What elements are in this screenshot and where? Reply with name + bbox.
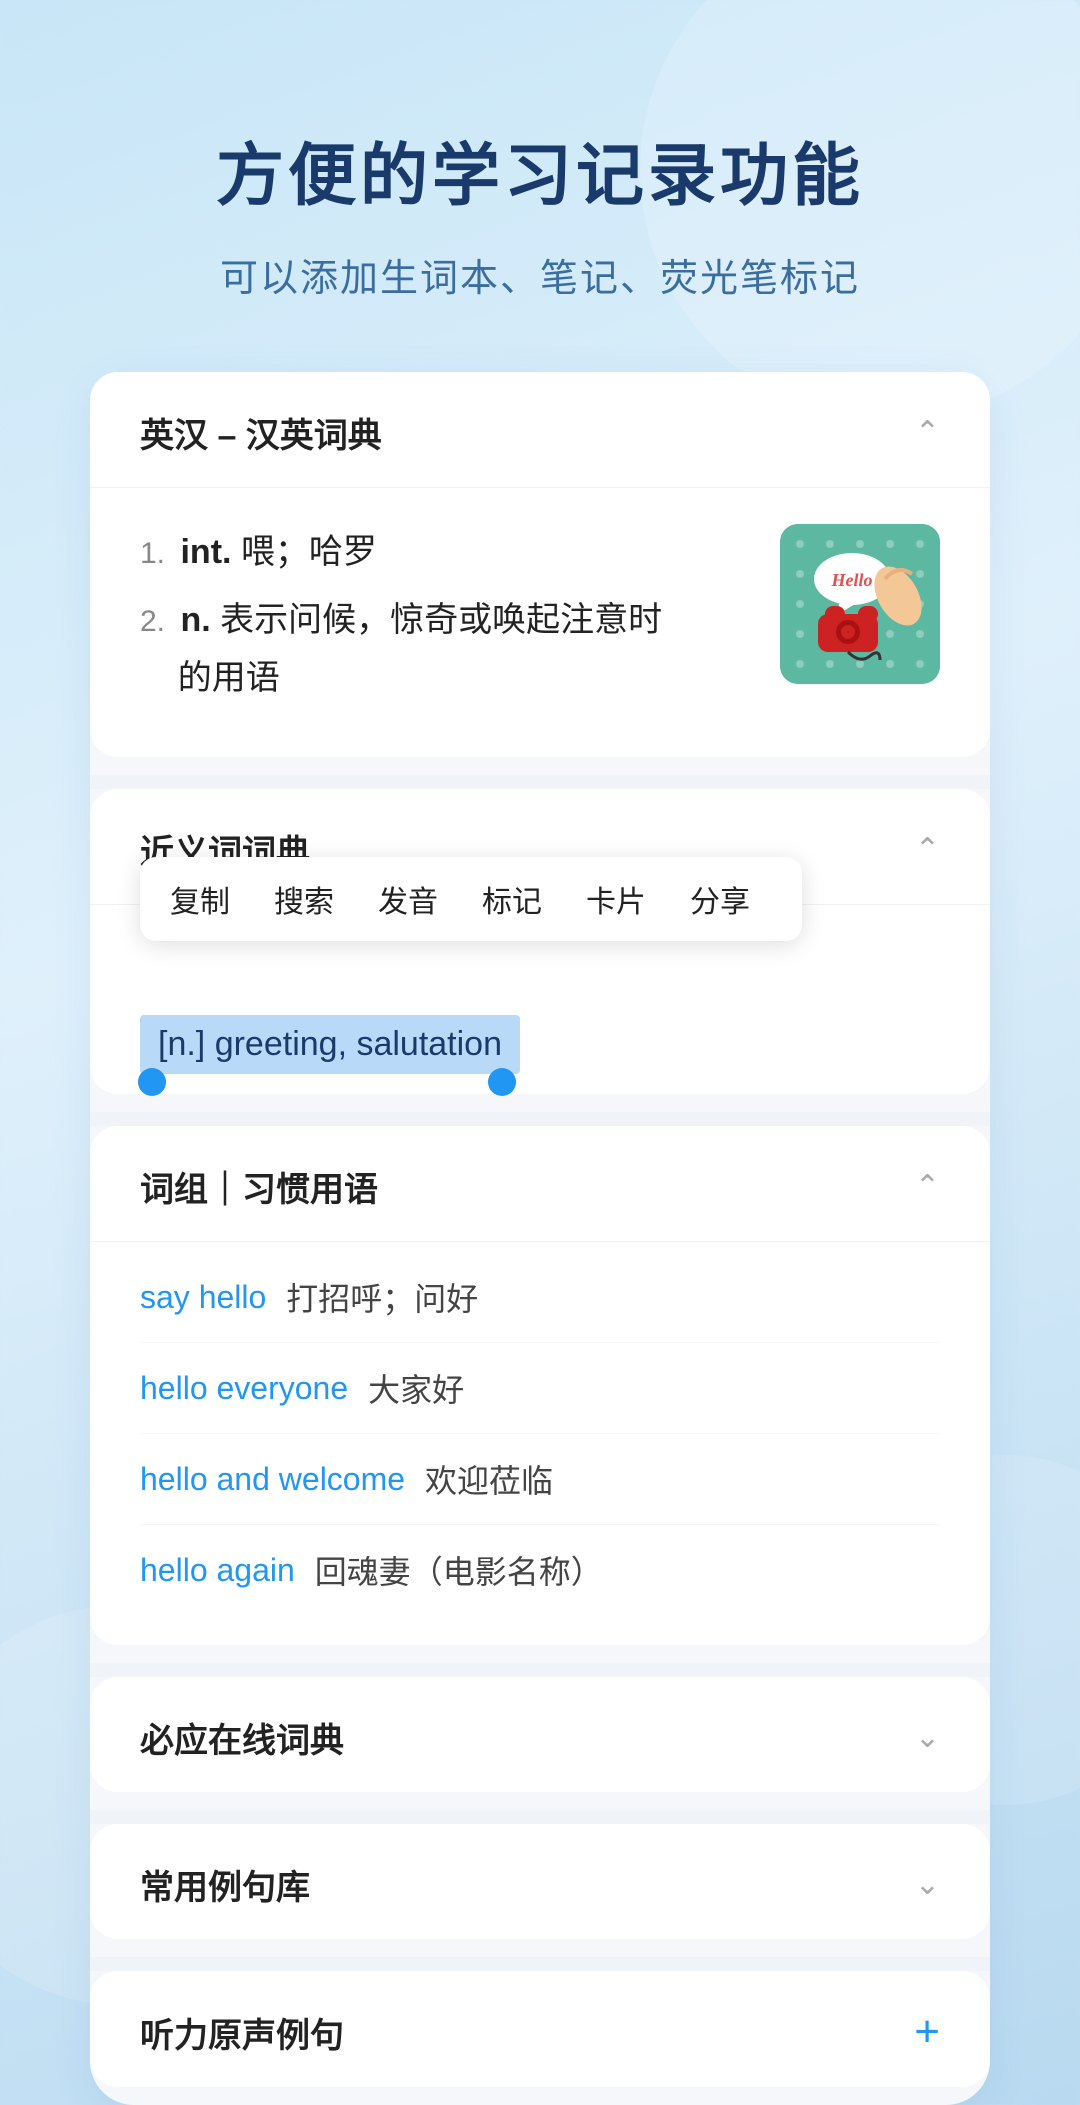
listening-title: 听力原声例句 bbox=[140, 2008, 344, 2057]
svg-text:Hello: Hello bbox=[831, 570, 873, 590]
context-menu-pronunciation[interactable]: 发音 bbox=[356, 877, 460, 921]
english-chinese-dict-header[interactable]: 英汉 – 汉英词典 ⌃ bbox=[90, 372, 990, 488]
sentence-lib-chevron-down-icon: ⌄ bbox=[915, 1867, 940, 1902]
selected-text: [n.] greeting, salutation bbox=[140, 1015, 520, 1074]
phrase-cn-hello-again: 回魂妻（电影名称） bbox=[315, 1547, 603, 1593]
phrases-header[interactable]: 词组｜习惯用语 ⌃ bbox=[90, 1126, 990, 1242]
phrase-en-hello-and-welcome: hello and welcome bbox=[140, 1461, 405, 1498]
context-menu-mark[interactable]: 标记 bbox=[460, 877, 564, 921]
online-dict-section: 必应在线词典 ⌄ bbox=[90, 1677, 990, 1792]
divider-3 bbox=[90, 1663, 990, 1677]
english-chinese-dict-chevron-up-icon: ⌃ bbox=[915, 415, 940, 450]
sentence-lib-section: 常用例句库 ⌄ bbox=[90, 1824, 990, 1939]
hero-title: 方便的学习记录功能 bbox=[216, 120, 864, 219]
divider-2 bbox=[90, 1112, 990, 1126]
def-num-1: 1. bbox=[140, 537, 165, 570]
divider-1 bbox=[90, 775, 990, 789]
listening-header[interactable]: 听力原声例句 + bbox=[90, 1971, 990, 2087]
definition-content: 1. int. 喂；哈罗 2. n. 表示问候，惊奇或唤起注意时 的用语 bbox=[90, 488, 990, 757]
context-menu: 复制 搜索 发音 标记 卡片 分享 bbox=[140, 857, 802, 941]
divider-5 bbox=[90, 1957, 990, 1971]
context-menu-card[interactable]: 卡片 bbox=[564, 877, 668, 921]
phrase-item-hello-again[interactable]: hello again 回魂妻（电影名称） bbox=[140, 1525, 940, 1615]
online-dict-header[interactable]: 必应在线词典 ⌄ bbox=[90, 1677, 990, 1792]
selection-handle-right bbox=[488, 1068, 516, 1096]
definition-item-1: 1. int. 喂；哈罗 bbox=[140, 524, 750, 582]
english-chinese-dict-section: 英汉 – 汉英词典 ⌃ 1. int. 喂；哈罗 2. n. 表示问候，惊奇或唤… bbox=[90, 372, 990, 757]
online-dict-chevron-down-icon: ⌄ bbox=[915, 1720, 940, 1755]
sentence-lib-header[interactable]: 常用例句库 ⌄ bbox=[90, 1824, 990, 1939]
phrase-en-hello-again: hello again bbox=[140, 1552, 295, 1589]
context-menu-share[interactable]: 分享 bbox=[668, 877, 772, 921]
hello-illustration: Hello bbox=[780, 524, 940, 684]
context-menu-copy[interactable]: 复制 bbox=[170, 877, 252, 921]
phrase-cn-hello-everyone: 大家好 bbox=[368, 1365, 464, 1411]
definition-item-2: 2. n. 表示问候，惊奇或唤起注意时 的用语 bbox=[140, 592, 750, 708]
phrase-en-say-hello: say hello bbox=[140, 1279, 266, 1316]
hero-subtitle: 可以添加生词本、笔记、荧光笔标记 bbox=[220, 247, 860, 302]
english-chinese-dict-title: 英汉 – 汉英词典 bbox=[140, 408, 382, 457]
def-num-2: 2. bbox=[140, 605, 165, 638]
sentence-lib-title: 常用例句库 bbox=[140, 1860, 310, 1909]
synonyms-section: 近义词词典 ⌃ 复制 搜索 发音 标记 卡片 分享 [n.] greeting,… bbox=[90, 789, 990, 1094]
definitions-text: 1. int. 喂；哈罗 2. n. 表示问候，惊奇或唤起注意时 的用语 bbox=[140, 524, 750, 717]
selection-handle-left bbox=[138, 1068, 166, 1096]
phrase-item-say-hello[interactable]: say hello 打招呼；问好 bbox=[140, 1252, 940, 1343]
phrase-cn-say-hello: 打招呼；问好 bbox=[286, 1274, 478, 1320]
phrases-title: 词组｜习惯用语 bbox=[140, 1162, 378, 1211]
phrase-item-hello-everyone[interactable]: hello everyone 大家好 bbox=[140, 1343, 940, 1434]
page-content: 方便的学习记录功能 可以添加生词本、笔记、荧光笔标记 英汉 – 汉英词典 ⌃ 1… bbox=[0, 0, 1080, 2105]
context-menu-search[interactable]: 搜索 bbox=[252, 877, 356, 921]
main-card: 英汉 – 汉英词典 ⌃ 1. int. 喂；哈罗 2. n. 表示问候，惊奇或唤… bbox=[90, 372, 990, 2105]
phrases-chevron-up-icon: ⌃ bbox=[915, 1169, 940, 1204]
synonyms-chevron-up-icon: ⌃ bbox=[915, 832, 940, 867]
phrases-section: 词组｜习惯用语 ⌃ say hello 打招呼；问好 hello everyon… bbox=[90, 1126, 990, 1645]
listening-plus-button[interactable]: + bbox=[914, 2007, 940, 2057]
selected-text-container: [n.] greeting, salutation bbox=[90, 985, 990, 1094]
phrase-en-hello-everyone: hello everyone bbox=[140, 1370, 348, 1407]
phrase-item-hello-and-welcome[interactable]: hello and welcome 欢迎莅临 bbox=[140, 1434, 940, 1525]
phrase-cn-hello-and-welcome: 欢迎莅临 bbox=[425, 1456, 553, 1502]
online-dict-title: 必应在线词典 bbox=[140, 1713, 344, 1762]
divider-4 bbox=[90, 1810, 990, 1824]
phrase-list: say hello 打招呼；问好 hello everyone 大家好 hell… bbox=[90, 1242, 990, 1645]
listening-section: 听力原声例句 + bbox=[90, 1971, 990, 2087]
